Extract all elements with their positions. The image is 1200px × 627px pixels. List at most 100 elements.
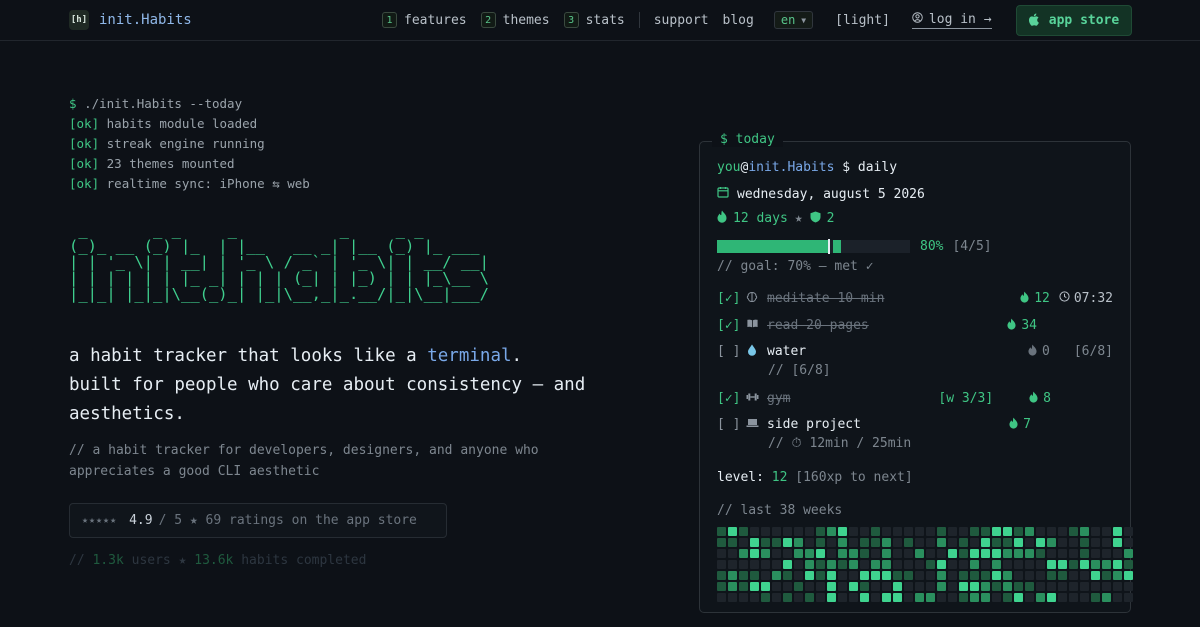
boot-line: [ok] streak engine running	[69, 134, 310, 154]
heatmap-cell	[750, 593, 759, 602]
nav-link-themes[interactable]: 2 themes	[480, 12, 550, 28]
heatmap-cell	[970, 582, 979, 591]
heatmap-cell	[937, 560, 946, 569]
heatmap-cell	[849, 582, 858, 591]
flame-icon	[1020, 291, 1029, 306]
heatmap-cell	[761, 538, 770, 547]
rating-box[interactable]: ★★★★★ 4.9 / 5 ★ 69 ratings on the app st…	[69, 503, 447, 538]
shell-command: $ daily	[834, 160, 898, 175]
heatmap-cell	[1091, 560, 1100, 569]
level-value: 12	[771, 470, 788, 485]
app-store-label: app store	[1048, 13, 1120, 28]
heatmap-cell	[816, 593, 825, 602]
heatmap-cell	[1058, 571, 1067, 580]
habit-row[interactable]: [ ] side project 7	[717, 415, 1113, 433]
habit-note: // [6/8]	[768, 363, 831, 378]
heatmap-cell	[937, 527, 946, 536]
heatmap-cell	[794, 527, 803, 536]
heatmap-cell	[1025, 549, 1034, 558]
habit-name: water	[767, 343, 807, 359]
heatmap-cell	[992, 549, 1001, 558]
heatmap-cell	[1003, 571, 1012, 580]
shell-host: init.Habits	[748, 160, 835, 175]
heatmap-cell	[893, 582, 902, 591]
heatmap-cell	[761, 527, 770, 536]
habit-name: side project	[767, 416, 861, 432]
heatmap-cell	[717, 538, 726, 547]
nav-num: 2	[480, 12, 496, 28]
heatmap-cell	[992, 593, 1001, 602]
habit-weekly: [w 3/3]	[938, 390, 994, 406]
heatmap-cell	[794, 582, 803, 591]
heatmap-cell	[772, 571, 781, 580]
book-icon	[743, 318, 761, 332]
heatmap-cell	[1113, 527, 1122, 536]
heatmap-cell	[1102, 527, 1111, 536]
heatmap-cell	[827, 549, 836, 558]
heatmap-cell	[937, 538, 946, 547]
heatmap-cell	[1113, 549, 1122, 558]
habit-row[interactable]: [✓] gym [w 3/3] 8	[717, 389, 1113, 407]
heatmap-cell	[728, 593, 737, 602]
heatmap-cell	[926, 582, 935, 591]
heatmap-cell	[1058, 560, 1067, 569]
heatmap-cell	[1014, 538, 1023, 547]
logo[interactable]: [h] init.Habits	[69, 10, 192, 30]
heatmap-cell	[937, 549, 946, 558]
heatmap-cell	[981, 560, 990, 569]
heatmap-cell	[772, 549, 781, 558]
heatmap-cell	[1047, 549, 1056, 558]
habit-stats: 7	[1009, 417, 1031, 432]
heatmap-cell	[860, 549, 869, 558]
heatmap-cell	[1014, 549, 1023, 558]
login-label: log in →	[928, 11, 992, 27]
habit-checkbox[interactable]: [ ]	[717, 417, 741, 432]
heatmap-cell	[1102, 582, 1111, 591]
heatmap-cell	[794, 560, 803, 569]
rating-text: / 5 ★ 69 ratings on the app store	[158, 513, 417, 528]
heatmap-cell	[816, 582, 825, 591]
boot-line: [ok] realtime sync: iPhone ⇆ web	[69, 174, 310, 194]
user-icon	[912, 12, 923, 26]
habit-row[interactable]: [✓] read 20 pages 34	[717, 316, 1113, 334]
boot-command-line: $ ./init.Habits --today	[69, 94, 310, 114]
heatmap-cell	[1014, 593, 1023, 602]
heatmap-cell	[1058, 527, 1067, 536]
habit-checkbox[interactable]: [✓]	[717, 318, 741, 333]
heatmap-cell	[816, 571, 825, 580]
habit-row[interactable]: [ ] water 0 [6/8]	[717, 342, 1113, 360]
heatmap-cell	[1047, 560, 1056, 569]
nav-link-stats[interactable]: 3 stats	[563, 12, 625, 28]
nav-link-features[interactable]: 1 features	[382, 12, 467, 28]
habit-stats: 12 07:32	[1020, 291, 1113, 306]
heatmap-cell	[838, 538, 847, 547]
heatmap-cell	[926, 593, 935, 602]
heatmap-cell	[750, 582, 759, 591]
habit-checkbox[interactable]: [✓]	[717, 391, 741, 406]
calendar-icon	[717, 186, 729, 202]
heatmap-cell	[750, 527, 759, 536]
progress-percent: 80%	[920, 239, 944, 254]
nav-link-support[interactable]: support	[654, 13, 709, 28]
habit-checkbox[interactable]: [✓]	[717, 291, 741, 306]
heatmap-cell	[1047, 593, 1056, 602]
habit-checkbox[interactable]: [ ]	[717, 344, 741, 359]
heatmap-cell	[739, 593, 748, 602]
login-link[interactable]: log in →	[911, 11, 992, 29]
heatmap-cell	[717, 571, 726, 580]
heatmap-cell	[1113, 582, 1122, 591]
nav-num: 3	[563, 12, 579, 28]
habit-row[interactable]: [✓] meditate 10 min 12 07:32	[717, 289, 1113, 307]
nav-links: 1 features 2 themes 3 stats support blog…	[382, 11, 992, 29]
nav-link-blog[interactable]: blog	[723, 13, 754, 28]
theme-toggle[interactable]: [light]	[835, 13, 890, 28]
heatmap-cell	[937, 582, 946, 591]
habits-count: 13.6k	[194, 553, 234, 568]
app-store-button[interactable]: app store	[1016, 5, 1132, 36]
heatmap-cell	[794, 538, 803, 547]
heatmap-cell	[992, 538, 1001, 547]
language-select[interactable]: en ▼	[773, 11, 814, 29]
heatmap-cell	[1102, 571, 1111, 580]
heatmap-cell	[904, 571, 913, 580]
progress-bar-fill	[717, 240, 828, 253]
